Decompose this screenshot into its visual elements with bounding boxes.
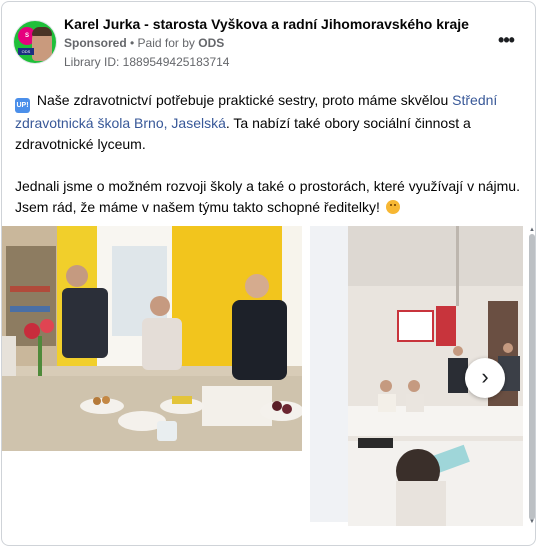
carousel-gap [310,226,348,522]
paid-for-prefix: Paid for by [137,36,199,50]
page-name-link[interactable]: Karel Jurka - starosta Vyškova a radní J… [64,16,469,32]
scroll-down-icon[interactable]: ▼ [527,518,535,526]
meeting-photo-illustration [2,226,302,451]
post-paragraph-1: UP! Naše zdravotnictví potřebuje praktic… [15,90,527,155]
up-icon: UP! [15,98,30,113]
smile-icon [385,200,400,214]
carousel-photo-meeting[interactable] [2,226,302,451]
library-id: Library ID: 1889549425183714 [64,55,230,69]
image-carousel[interactable] [2,226,527,526]
meta-separator: • [126,36,138,50]
ad-card: S ODS Karel Jurka - starosta Vyškova a r… [1,1,536,546]
payer-name[interactable]: ODS [198,36,224,50]
post-text-2: Jednali jsme o možném rozvoji školy a ta… [15,178,520,215]
chevron-right-icon[interactable]: › [465,358,505,398]
post-paragraph-2: Jednali jsme o možném rozvoji školy a ta… [15,176,527,218]
more-icon[interactable]: ••• [492,30,520,54]
sponsored-line: Sponsored • Paid for by ODS [64,36,224,50]
carousel-scrollbar[interactable]: ▲ ▼ [527,226,535,526]
sponsored-label: Sponsored [64,36,127,50]
post-text-before-link: Naše zdravotnictví potřebuje praktické s… [33,92,453,108]
post-text: UP! Naše zdravotnictví potřebuje praktic… [15,90,527,218]
scroll-up-icon[interactable]: ▲ [527,226,535,234]
scroll-thumb[interactable] [529,234,535,520]
page-avatar[interactable]: S ODS [14,21,56,63]
avatar-hair [32,27,52,36]
avatar-party-tag: ODS [18,48,34,55]
